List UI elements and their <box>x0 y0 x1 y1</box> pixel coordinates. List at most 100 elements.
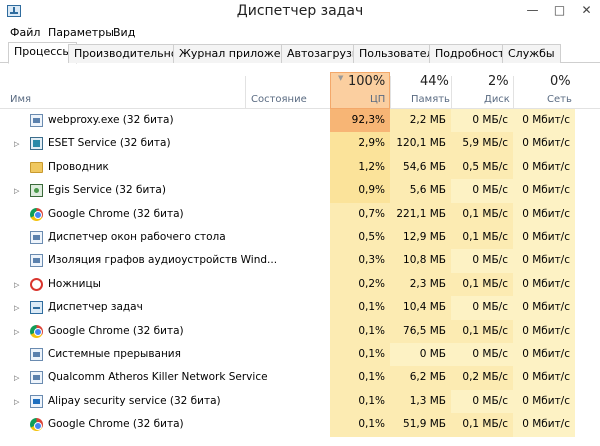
expand-arrow-icon[interactable]: ▷ <box>14 304 19 312</box>
chrome-icon <box>30 324 43 338</box>
minimize-button[interactable]: — <box>519 0 546 21</box>
process-row[interactable]: ▷ Egis Service (32 бита) 0,9% 5,6 МБ 0 МБ/с 0… <box>0 179 600 203</box>
process-disk: 0 МБ/с <box>451 296 513 320</box>
expand-arrow-icon[interactable]: ▷ <box>14 281 19 289</box>
process-status <box>245 413 330 436</box>
process-row[interactable]: ▷ Qualcomm Atheros Killer Network Service… <box>0 366 600 390</box>
process-memory: 51,9 МБ <box>390 413 451 437</box>
menu-options[interactable]: Параметры <box>48 26 114 39</box>
process-row[interactable]: Системные прерывания 0,1% 0 МБ 0 МБ/с 0 Мбит… <box>0 343 600 367</box>
process-cpu: 2,9% <box>330 132 390 156</box>
expand-arrow-icon[interactable]: ▷ <box>14 398 19 406</box>
process-disk: 0 МБ/с <box>451 179 513 203</box>
process-disk: 0,2 МБ/с <box>451 366 513 390</box>
close-button[interactable]: ✕ <box>573 0 600 21</box>
column-divider[interactable] <box>245 76 246 108</box>
column-divider[interactable] <box>513 76 514 108</box>
process-name: ESET Service (32 бита) <box>48 137 171 150</box>
process-disk: 0,1 МБ/с <box>451 319 513 343</box>
process-status <box>245 109 330 132</box>
folder-icon <box>30 161 43 173</box>
process-row[interactable]: Изоляция графов аудиоустройств Wind... 0,… <box>0 249 600 273</box>
process-status <box>245 203 330 226</box>
expand-arrow-icon[interactable]: ▷ <box>14 328 19 336</box>
process-network: 0 Мбит/с <box>513 155 575 180</box>
expand-arrow-icon[interactable]: ▷ <box>14 187 19 195</box>
process-row[interactable]: Проводник 1,2% 54,6 МБ 0,5 МБ/с 0 Мбит/с <box>0 155 600 180</box>
process-memory: 54,6 МБ <box>390 155 451 180</box>
process-list: webproxy.exe (32 бита) 92,3% 2,2 МБ 0 МБ/с 0… <box>0 109 600 446</box>
expand-arrow-icon[interactable]: ▷ <box>14 374 19 382</box>
column-net-percent: 0% <box>550 74 571 89</box>
process-disk: 0 МБ/с <box>451 389 513 414</box>
process-name: Google Chrome (32 бита) <box>48 324 184 337</box>
process-disk: 0,1 МБ/с <box>451 226 513 250</box>
process-name: Системные прерывания <box>48 348 181 360</box>
process-cpu: 0,1% <box>330 413 390 437</box>
tab-processes[interactable]: Процессы <box>8 42 78 64</box>
column-status[interactable]: Состояние <box>251 94 307 105</box>
tab-strip: Процессы Производительность Журнал прило… <box>0 42 600 64</box>
window-title: Диспетчер задач <box>236 3 364 19</box>
process-memory: 2,3 МБ <box>390 272 451 297</box>
process-disk: 0,5 МБ/с <box>451 155 513 180</box>
process-memory: 0 МБ <box>390 343 451 367</box>
process-row[interactable]: Google Chrome (32 бита) 0,1% 51,9 МБ 0,1 МБ… <box>0 413 600 437</box>
process-status <box>245 226 330 249</box>
process-row[interactable]: ▷ Google Chrome (32 бита) 0,1% 76,5 МБ 0,1 М… <box>0 319 600 343</box>
process-status <box>245 296 330 319</box>
process-name: Google Chrome (32 бита) <box>48 418 184 431</box>
process-row[interactable]: ▷ Ножницы 0,2% 2,3 МБ 0,1 МБ/с 0 Мбит/с <box>0 272 600 297</box>
column-network[interactable]: Сеть <box>547 94 572 105</box>
process-cpu: 0,9% <box>330 179 390 203</box>
process-memory: 10,4 МБ <box>390 296 451 320</box>
menu-view[interactable]: Вид <box>113 26 135 39</box>
process-row[interactable]: webproxy.exe (32 бита) 92,3% 2,2 МБ 0 МБ/с 0… <box>0 109 600 133</box>
process-memory: 12,9 МБ <box>390 226 451 250</box>
column-name[interactable]: Имя <box>10 94 31 105</box>
process-row[interactable]: Диспетчер окон рабочего стола 0,5% 12,9 МБ… <box>0 226 600 250</box>
generic-app-icon <box>30 348 43 361</box>
process-row[interactable]: Google Chrome (32 бита) 0,7% 221,1 МБ 0,1 М… <box>0 202 600 226</box>
process-cpu: 0,2% <box>330 272 390 297</box>
vertical-scrollbar[interactable] <box>575 109 600 446</box>
egis-icon <box>30 184 43 198</box>
process-network: 0 Мбит/с <box>513 272 575 297</box>
column-memory[interactable]: Память <box>411 94 450 105</box>
process-network: 0 Мбит/с <box>513 179 575 203</box>
column-cpu[interactable]: ЦП <box>370 94 385 105</box>
process-memory: 5,6 МБ <box>390 179 451 203</box>
tab-services[interactable]: Службы <box>502 44 561 63</box>
process-status <box>245 366 330 389</box>
generic-app-icon <box>30 371 43 385</box>
sort-descending-icon: ▼ <box>338 74 344 82</box>
process-row[interactable]: ▷ ESET Service (32 бита) 2,9% 120,1 МБ 5,9 М… <box>0 132 600 156</box>
process-row[interactable]: ▷ Alipay security service (32 бита) 0,1% 1,… <box>0 389 600 414</box>
process-network: 0 Мбит/с <box>513 202 575 226</box>
scissors-icon <box>30 277 43 291</box>
process-row[interactable]: ▷ Диспетчер задач 0,1% 10,4 МБ 0 МБ/с 0 Мбит/… <box>0 296 600 320</box>
process-cpu: 0,5% <box>330 226 390 250</box>
column-divider[interactable] <box>451 76 452 108</box>
menu-file[interactable]: Файл <box>10 26 40 39</box>
generic-app-icon <box>30 254 43 268</box>
expand-arrow-icon[interactable]: ▷ <box>14 140 19 148</box>
maximize-button[interactable]: □ <box>546 0 573 21</box>
process-name: Egis Service (32 бита) <box>48 184 166 197</box>
eset-icon <box>30 137 43 151</box>
process-network: 0 Мбит/с <box>513 249 575 273</box>
process-disk: 0 МБ/с <box>451 343 513 367</box>
process-network: 0 Мбит/с <box>513 343 575 367</box>
column-disk[interactable]: Диск <box>484 94 510 105</box>
process-disk: 0 МБ/с <box>451 249 513 273</box>
process-cpu: 0,7% <box>330 202 390 226</box>
process-status <box>245 390 330 413</box>
process-disk: 0 МБ/с <box>451 109 513 133</box>
process-cpu: 1,2% <box>330 155 390 180</box>
task-manager-icon <box>30 301 43 315</box>
process-name: Проводник <box>48 160 109 173</box>
process-network: 0 Мбит/с <box>513 413 575 437</box>
process-name: Qualcomm Atheros Killer Network Service <box>48 371 268 384</box>
column-divider[interactable] <box>390 76 391 108</box>
process-disk: 0,1 МБ/с <box>451 272 513 297</box>
